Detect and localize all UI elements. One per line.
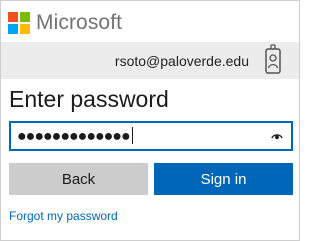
sign-in-button[interactable]: Sign in [154,163,293,195]
page-title: Enter password [9,86,169,112]
brand-header: Microsoft [8,9,122,37]
back-button[interactable]: Back [9,163,148,195]
text-caret [131,127,133,144]
signin-dialog: Microsoft rsoto@paloverde.edu Enter pass… [0,0,300,241]
id-badge-icon [265,44,281,74]
password-value[interactable]: ●●●●●●●●●●●●● [17,127,133,147]
forgot-password-link[interactable]: Forgot my password [9,209,118,223]
eye-icon[interactable] [271,132,283,140]
logo-square-green [20,12,30,22]
password-input[interactable]: ●●●●●●●●●●●●● [9,121,293,151]
password-mask: ●●●●●●●●●●●●● [17,128,131,145]
brand-name: Microsoft [36,11,123,34]
logo-square-blue [8,24,18,34]
logo-square-yellow [20,24,30,34]
account-banner: rsoto@paloverde.edu [1,42,299,79]
account-email: rsoto@paloverde.edu [114,53,249,69]
logo-square-red [8,12,18,22]
microsoft-logo-icon [8,12,30,34]
